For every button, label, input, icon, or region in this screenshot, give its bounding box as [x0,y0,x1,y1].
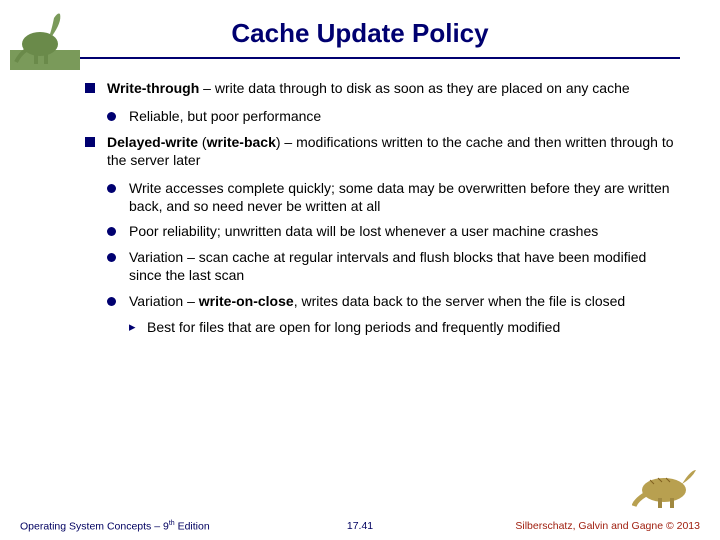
dinosaur-right-image [632,460,702,510]
text: ( [198,134,207,150]
slide: Cache Update Policy Write-through – writ… [0,0,720,540]
dinosaur-left-image [10,6,80,70]
sub-bullet-write-on-close: Variation – write-on-close, writes data … [107,293,678,311]
term-write-back: write-back [207,134,276,150]
term-delayed-write: Delayed-write [107,134,198,150]
sub-sub-bullet: Best for files that are open for long pe… [129,319,678,337]
text: – write data through to disk as soon as … [199,80,629,96]
sub-bullet: Reliable, but poor performance [107,108,678,126]
content-area: Write-through – write data through to di… [85,80,678,343]
title-rule [70,57,680,59]
text: , writes data back to the server when th… [294,293,626,309]
footer-copyright: Silberschatz, Galvin and Gagne © 2013 [515,520,700,532]
term-write-through: Write-through [107,80,199,96]
bullet-delayed-write: Delayed-write (write-back) – modificatio… [85,134,678,170]
bullet-write-through: Write-through – write data through to di… [85,80,678,98]
slide-title: Cache Update Policy [0,0,720,49]
sub-bullet: Poor reliability; unwritten data will be… [107,223,678,241]
term-write-on-close: write-on-close [199,293,294,309]
sub-bullet: Write accesses complete quickly; some da… [107,180,678,216]
sub-bullet: Variation – scan cache at regular interv… [107,249,678,285]
text: Variation – [129,293,199,309]
